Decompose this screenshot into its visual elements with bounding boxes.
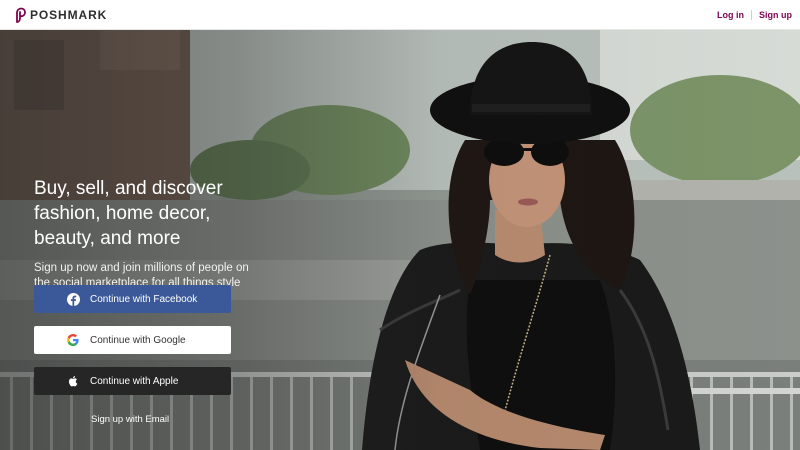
google-button-label: Continue with Google xyxy=(90,334,186,346)
auth-links: Log in Sign up xyxy=(717,9,792,20)
google-icon xyxy=(66,333,80,347)
top-navigation-bar: POSHMARK Log in Sign up xyxy=(0,0,800,30)
facebook-button-label: Continue with Facebook xyxy=(90,293,198,305)
apple-icon xyxy=(66,374,80,388)
poshmark-logo-icon xyxy=(16,7,26,23)
hero-headline: Buy, sell, and discover fashion, home de… xyxy=(34,178,223,249)
signup-with-email-link[interactable]: Sign up with Email xyxy=(91,414,169,425)
poshmark-logo[interactable]: POSHMARK xyxy=(14,7,107,23)
brand-name: POSHMARK xyxy=(30,7,108,22)
continue-with-facebook-button[interactable]: Continue with Facebook xyxy=(34,285,231,313)
login-link[interactable]: Log in xyxy=(717,10,744,20)
continue-with-google-button[interactable]: Continue with Google xyxy=(34,326,231,354)
apple-button-label: Continue with Apple xyxy=(90,375,179,387)
auth-divider xyxy=(751,9,752,20)
hero-copy: Buy, sell, and discover fashion, home de… xyxy=(34,176,254,290)
facebook-icon xyxy=(66,292,80,306)
continue-with-apple-button[interactable]: Continue with Apple xyxy=(34,367,231,395)
signup-link[interactable]: Sign up xyxy=(759,10,792,20)
